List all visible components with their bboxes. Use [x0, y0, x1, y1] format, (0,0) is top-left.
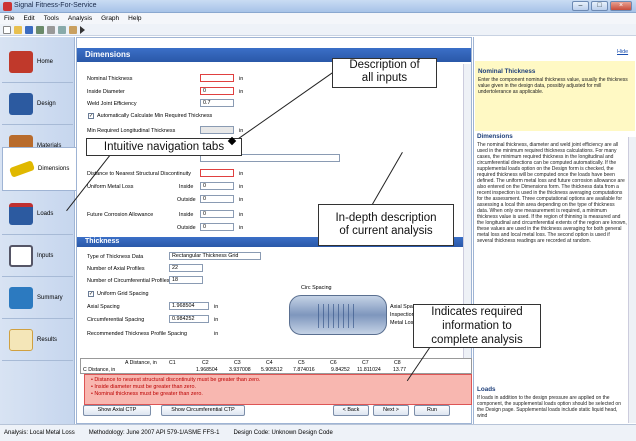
next-button[interactable]: Next > — [373, 405, 409, 416]
back-button[interactable]: < Back — [333, 405, 369, 416]
nav-tab-home[interactable]: Home — [2, 41, 73, 83]
status-design-code: Design Code: Unknown Design Code — [233, 430, 333, 436]
error-message: • Inside diameter must be greater than z… — [91, 384, 196, 390]
open-folder-icon[interactable] — [14, 25, 22, 34]
help-pane: Hide Nominal Thickness Enter the compone… — [473, 37, 636, 424]
weld-joint-input[interactable]: 0.7 — [200, 99, 234, 107]
uniform-grid-label: Uniform Grid Spacing — [97, 291, 149, 297]
paste-icon[interactable] — [69, 25, 77, 34]
inside-diameter-label: Inside Diameter — [87, 89, 125, 95]
inside-diameter-input[interactable]: 0 — [200, 87, 234, 95]
uniform-loss-label: Uniform Metal Loss — [87, 184, 134, 190]
window-title: Signal Fitness-For-Service — [14, 2, 97, 9]
callout-nav: Intuitive navigation tabs — [86, 138, 242, 156]
toolbar — [0, 24, 636, 36]
nav-tab-inputs[interactable]: Inputs — [2, 235, 73, 277]
save-icon[interactable] — [25, 25, 33, 34]
circ-profiles-stepper[interactable]: 18 — [169, 276, 203, 284]
maximize-button[interactable]: □ — [591, 1, 608, 11]
circ-profiles-label: Number of Circumferential Profiles — [87, 278, 170, 284]
future-corr-outside-input[interactable]: 0 — [200, 223, 234, 231]
hide-link[interactable]: Hide — [617, 49, 628, 55]
dist-struct-label: Distance to Nearest Structural Discontin… — [87, 171, 191, 177]
minimize-button[interactable]: – — [572, 1, 589, 11]
nav-tab-loads[interactable]: Loads — [2, 193, 73, 235]
circ-spacing-input[interactable]: 0.984252 — [169, 315, 209, 323]
summary-icon — [9, 286, 33, 309]
status-methodology: Methodology: June 2007 API 579-1/ASME FF… — [88, 430, 220, 436]
design-icon — [9, 92, 33, 115]
error-message: • Nominal thickness must be greater than… — [91, 391, 203, 397]
nav-tab-results[interactable]: Results — [2, 319, 73, 361]
show-axial-ctp-button[interactable]: Show Axial CTP — [83, 405, 151, 416]
error-panel: • Distance to nearest structural discont… — [84, 374, 472, 405]
help-title-dimensions: Dimensions — [477, 133, 513, 140]
weld-joint-label: Weld Joint Efficiency — [87, 101, 137, 107]
show-circ-ctp-button[interactable]: Show Circumferential CTP — [161, 405, 245, 416]
type-thickness-label: Type of Thickness Data — [87, 254, 144, 260]
results-icon — [9, 328, 33, 351]
min-req-input — [200, 126, 234, 134]
nav-tab-design[interactable]: Design — [2, 83, 73, 125]
nominal-thickness-input[interactable] — [200, 74, 234, 82]
uniform-loss-inside-input[interactable]: 0 — [200, 182, 234, 190]
dist-struct-input[interactable] — [200, 169, 234, 177]
help-top-panel: Nominal Thickness Enter the component no… — [475, 61, 635, 131]
error-message: • Distance to nearest structural discont… — [91, 377, 261, 383]
pipe-diagram — [289, 295, 387, 335]
nav-tab-summary[interactable]: Summary — [2, 277, 73, 319]
axial-profiles-stepper[interactable]: 22 — [169, 264, 203, 272]
menu-tools[interactable]: Tools — [44, 13, 59, 24]
callout-description: In-depth description of current analysis — [318, 204, 454, 246]
dimensions-icon — [9, 160, 35, 178]
axial-profiles-label: Number of Axial Profiles — [87, 266, 145, 272]
circ-spacing-diagram-label: Circ Spacing — [301, 285, 332, 291]
uniform-loss-outside-input[interactable]: 0 — [200, 195, 234, 203]
title-bar: Signal Fitness-For-Service – □ × — [0, 0, 636, 13]
nominal-thickness-label: Nominal Thickness — [87, 76, 133, 82]
help-scrollbar[interactable] — [628, 137, 636, 423]
status-analysis: Analysis: Local Metal Loss — [4, 430, 75, 436]
navigation-pane: Home Design Materials Dimensions Loads I… — [0, 37, 76, 424]
help-text-loads: If loads in addition to the design press… — [477, 395, 621, 419]
menu-file[interactable]: File — [4, 13, 14, 24]
menu-analysis[interactable]: Analysis — [68, 13, 92, 24]
rec-spacing-label: Recommended Thickness Profile Spacing — [87, 331, 187, 337]
uniform-grid-checkbox[interactable]: ✓ — [88, 291, 94, 297]
future-corr-label: Future Corrosion Allowance — [87, 212, 154, 218]
play-icon[interactable] — [80, 25, 85, 34]
auto-calc-checkbox[interactable]: ✓ — [88, 113, 94, 119]
new-file-icon[interactable] — [3, 25, 11, 34]
nav-tab-dimensions[interactable]: Dimensions — [2, 147, 76, 191]
copy-icon[interactable] — [58, 25, 66, 34]
help-title-nominal: Nominal Thickness — [478, 68, 536, 75]
axial-spacing-label: Axial Spacing — [87, 304, 120, 310]
help-title-loads: Loads — [477, 386, 496, 393]
callout-required: Indicates required information to comple… — [413, 304, 541, 348]
status-bar: Analysis: Local Metal Loss Methodology: … — [0, 424, 636, 441]
menu-graph[interactable]: Graph — [101, 13, 119, 24]
type-thickness-select[interactable]: Rectangular Thickness Grid — [169, 252, 261, 260]
future-corr-inside-input[interactable]: 0 — [200, 210, 234, 218]
inputs-icon — [9, 244, 33, 267]
run-button[interactable]: Run — [414, 405, 450, 416]
loads-icon — [9, 202, 33, 225]
cut-icon[interactable] — [47, 25, 55, 34]
app-icon — [3, 2, 12, 11]
circ-spacing-label: Circumferential Spacing — [87, 317, 145, 323]
menu-help[interactable]: Help — [128, 13, 141, 24]
menu-edit[interactable]: Edit — [23, 13, 34, 24]
close-button[interactable]: × — [610, 1, 632, 11]
print-icon[interactable] — [36, 25, 44, 34]
menu-bar: File Edit Tools Analysis Graph Help — [0, 13, 636, 24]
min-req-label: Min Required Longitudinal Thickness — [87, 128, 176, 134]
axial-spacing-input[interactable]: 1.968504 — [169, 302, 209, 310]
home-icon — [9, 50, 33, 73]
help-text-nominal: Enter the component nominal thickness va… — [478, 77, 628, 95]
auto-calc-label: Automatically Calculate Min Required Thi… — [97, 113, 213, 119]
callout-inputs: Description of all inputs — [332, 58, 437, 88]
